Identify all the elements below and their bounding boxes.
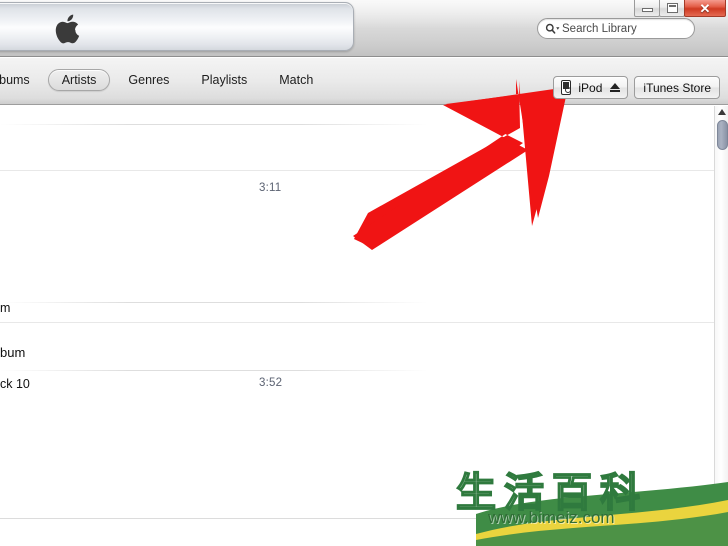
list-separator-mid [0,302,714,303]
eject-icon[interactable] [609,82,620,94]
ipod-button-label: iPod [578,80,603,95]
maximize-icon [666,3,678,13]
scroll-up-arrow-icon[interactable] [718,109,726,115]
search-placeholder-text: Search Library [562,22,637,35]
search-icon [545,22,561,35]
maximize-button[interactable] [659,0,685,17]
tab-albums[interactable]: Albums [0,69,44,91]
ipod-device-button[interactable]: iPod [553,76,629,99]
itunes-display-panel [0,2,354,51]
ipod-device-icon [561,80,572,95]
row-divider [0,170,714,171]
row-album-title: bum [0,345,26,360]
nav-right-buttons: iPod iTunes Store [553,76,720,99]
scrollbar-thumb[interactable] [717,120,728,150]
tab-playlists[interactable]: Playlists [187,69,261,91]
row-title: ck 10 [0,377,30,391]
list-separator-lower [0,370,714,371]
bottom-divider [0,518,728,519]
window-controls: ✕ [634,0,726,17]
itunes-window: ✕ Search Library Albums Artists Genres P… [0,0,728,546]
close-button[interactable]: ✕ [684,0,726,17]
minimize-icon [641,8,653,12]
title-bar: ✕ Search Library [0,0,728,57]
row-duration: 3:52 [259,377,283,389]
search-library-field[interactable]: Search Library [537,18,695,39]
minimize-button[interactable] [634,0,660,17]
tab-genres[interactable]: Genres [114,69,183,91]
vertical-scrollbar[interactable] [714,106,728,546]
track-list: 3:11 m bum ck 10 3:52 [0,106,714,546]
row-duration: 3:11 [259,182,282,194]
close-icon: ✕ [699,0,711,16]
tab-match[interactable]: Match [265,69,327,91]
tab-artists[interactable]: Artists [47,69,111,91]
row-title: m [0,301,11,315]
row-divider [0,322,714,323]
apple-logo-icon [55,12,85,46]
nav-tab-list: Albums Artists Genres Playlists Match [0,69,331,91]
list-separator-top [0,124,714,125]
itunes-store-button[interactable]: iTunes Store [634,76,720,99]
